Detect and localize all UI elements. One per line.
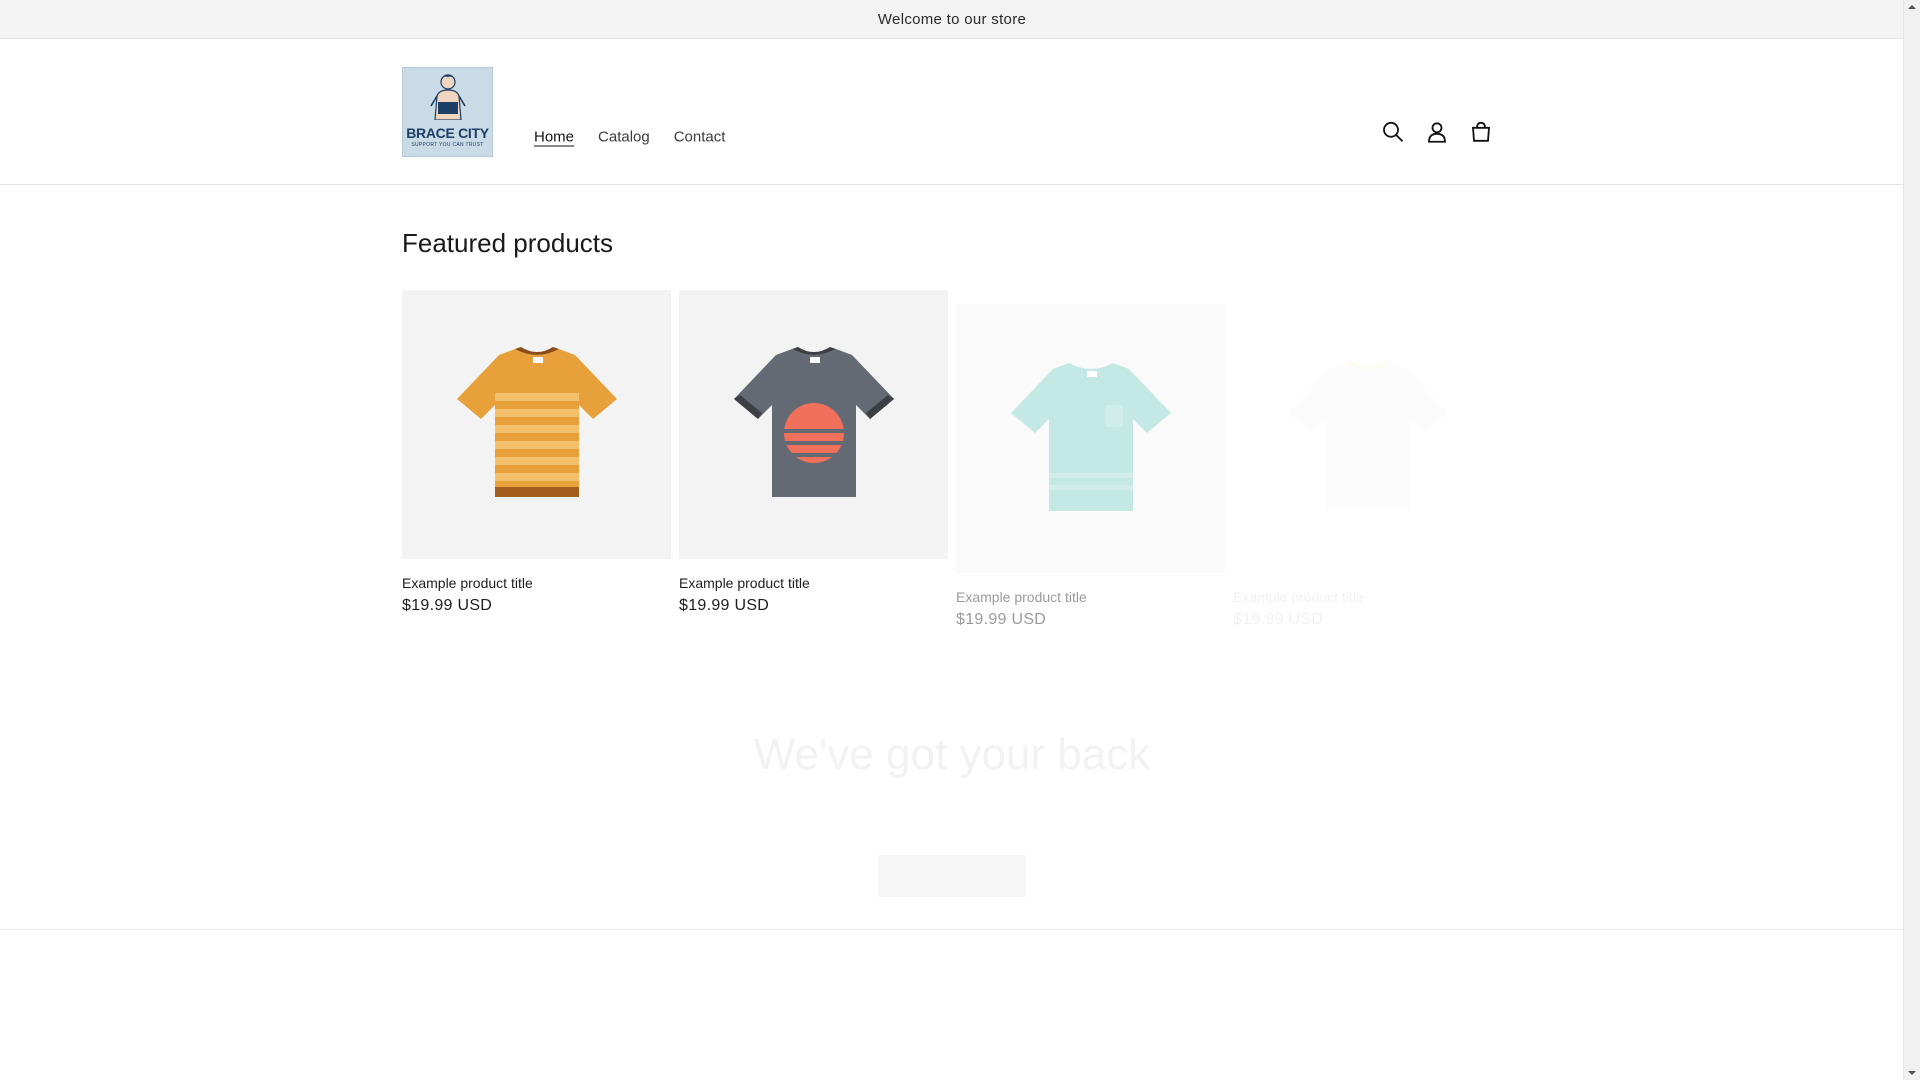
tshirt-faded-icon xyxy=(1287,360,1448,511)
announcement-text: Welcome to our store xyxy=(877,10,1027,28)
product-card[interactable]: Example product title $19.99 USD xyxy=(679,290,948,615)
product-card[interactable]: Example product title $19.99 USD xyxy=(402,290,671,615)
product-card[interactable]: Example product title $19.99 USD xyxy=(1233,304,1502,629)
tshirt-grey-icon xyxy=(733,346,894,497)
product-card[interactable]: Example product title $19.99 USD xyxy=(956,304,1225,629)
main-nav: Home Catalog Contact xyxy=(522,123,737,152)
product-image[interactable] xyxy=(679,290,948,559)
product-image[interactable] xyxy=(402,290,671,559)
tshirt-mint-icon xyxy=(1010,362,1171,511)
scroll-down-icon[interactable] xyxy=(1907,1068,1917,1078)
logo-title: BRACE CITY xyxy=(406,125,489,141)
brand-logo[interactable]: BRACE CITY SUPPORT YOU CAN TRUST xyxy=(402,67,493,157)
search-icon[interactable] xyxy=(1381,120,1405,144)
footer-divider xyxy=(0,929,1904,930)
product-price: $19.99 USD xyxy=(956,611,1047,628)
page-scrollbar[interactable] xyxy=(1903,0,1920,1080)
nav-home[interactable]: Home xyxy=(522,123,586,152)
logo-figure-icon xyxy=(430,74,466,120)
product-price: $19.99 USD xyxy=(679,597,770,614)
banner-button[interactable] xyxy=(878,855,1026,897)
product-title[interactable]: Example product title xyxy=(679,575,948,591)
nav-contact[interactable]: Contact xyxy=(662,123,738,152)
header-icons xyxy=(1381,120,1493,144)
logo-tagline: SUPPORT YOU CAN TRUST xyxy=(411,142,484,148)
product-price: $19.99 USD xyxy=(1233,611,1324,628)
nav-catalog[interactable]: Catalog xyxy=(586,123,662,152)
cart-icon[interactable] xyxy=(1469,120,1493,144)
product-grid: Example product title $19.99 USD Example… xyxy=(402,290,1502,630)
featured-title: Featured products xyxy=(402,228,614,258)
site-header: BRACE CITY SUPPORT YOU CAN TRUST Home Ca… xyxy=(0,39,1904,185)
product-image[interactable] xyxy=(956,304,1225,573)
product-image[interactable] xyxy=(1233,304,1502,573)
product-title[interactable]: Example product title xyxy=(1233,589,1502,605)
tshirt-striped-icon xyxy=(456,346,617,497)
product-title[interactable]: Example product title xyxy=(956,589,1225,605)
scroll-up-icon[interactable] xyxy=(1907,2,1917,12)
product-price: $19.99 USD xyxy=(402,597,493,614)
announcement-bar: Welcome to our store xyxy=(0,0,1904,39)
banner-title: We've got your back xyxy=(753,730,1151,779)
product-title[interactable]: Example product title xyxy=(402,575,671,591)
account-icon[interactable] xyxy=(1425,120,1449,144)
storefront-page: Welcome to our store BRACE CITY SUPPORT … xyxy=(0,0,1904,1080)
